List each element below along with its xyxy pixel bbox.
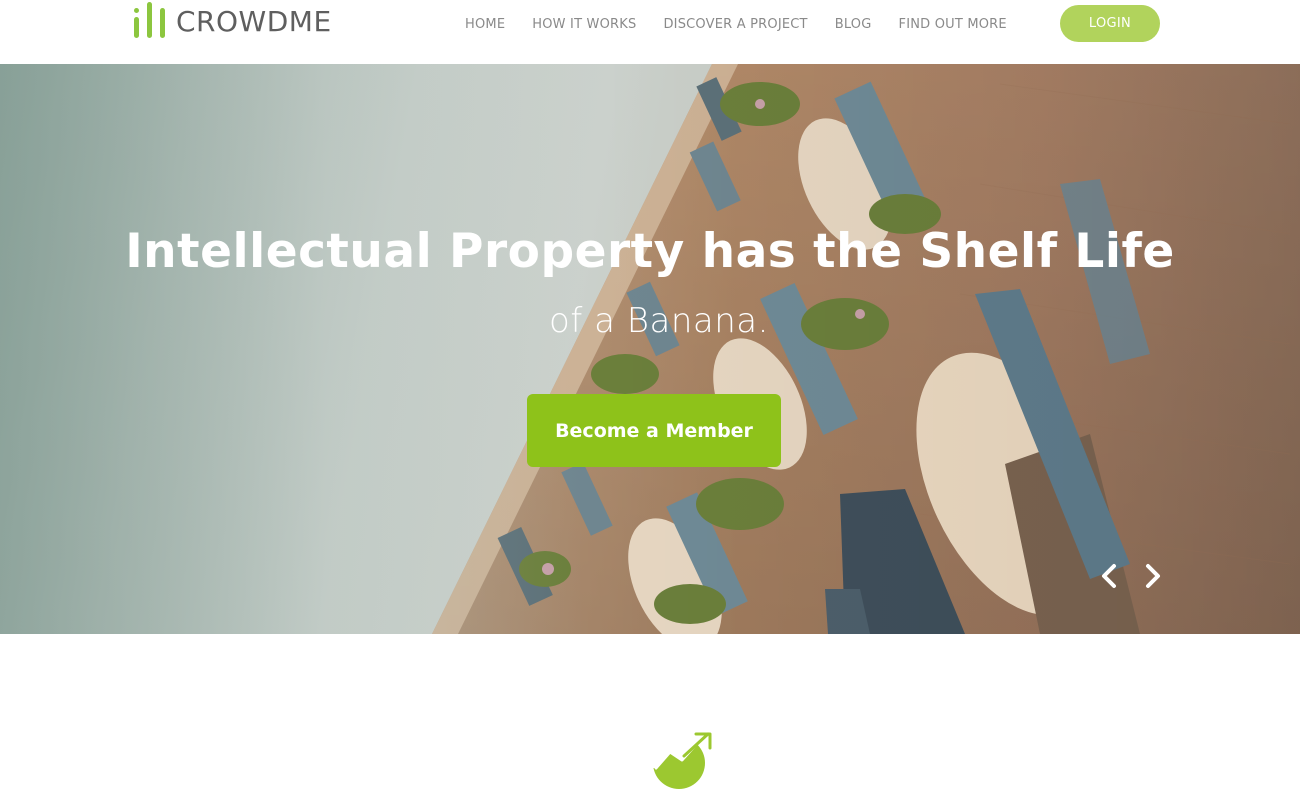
chevron-left-icon[interactable]	[1097, 561, 1121, 591]
chevron-right-icon[interactable]	[1141, 561, 1165, 591]
become-member-button[interactable]: Become a Member	[527, 394, 781, 467]
site-header: CROWDME HOME HOW IT WORKS DISCOVER A PRO…	[0, 0, 1300, 64]
hero-subtitle: of a Banana.	[549, 301, 769, 341]
nav-blog[interactable]: BLOG	[835, 17, 872, 32]
hero-overlay	[0, 64, 1300, 634]
hero-slider: Intellectual Property has the Shelf Life…	[0, 64, 1300, 634]
main-nav: HOME HOW IT WORKS DISCOVER A PROJECT BLO…	[465, 17, 1007, 32]
nav-home[interactable]: HOME	[465, 17, 505, 32]
growth-chart-icon	[650, 730, 716, 790]
hero-title: Intellectual Property has the Shelf Life	[125, 224, 1175, 279]
nav-how-it-works[interactable]: HOW IT WORKS	[532, 17, 636, 32]
logo[interactable]: CROWDME	[134, 0, 332, 38]
nav-discover-project[interactable]: DISCOVER A PROJECT	[663, 17, 807, 32]
logo-bars-icon	[134, 2, 170, 38]
nav-find-out-more[interactable]: FIND OUT MORE	[899, 17, 1007, 32]
brand-name: CROWDME	[176, 5, 332, 38]
login-button[interactable]: LOGIN	[1060, 5, 1160, 42]
